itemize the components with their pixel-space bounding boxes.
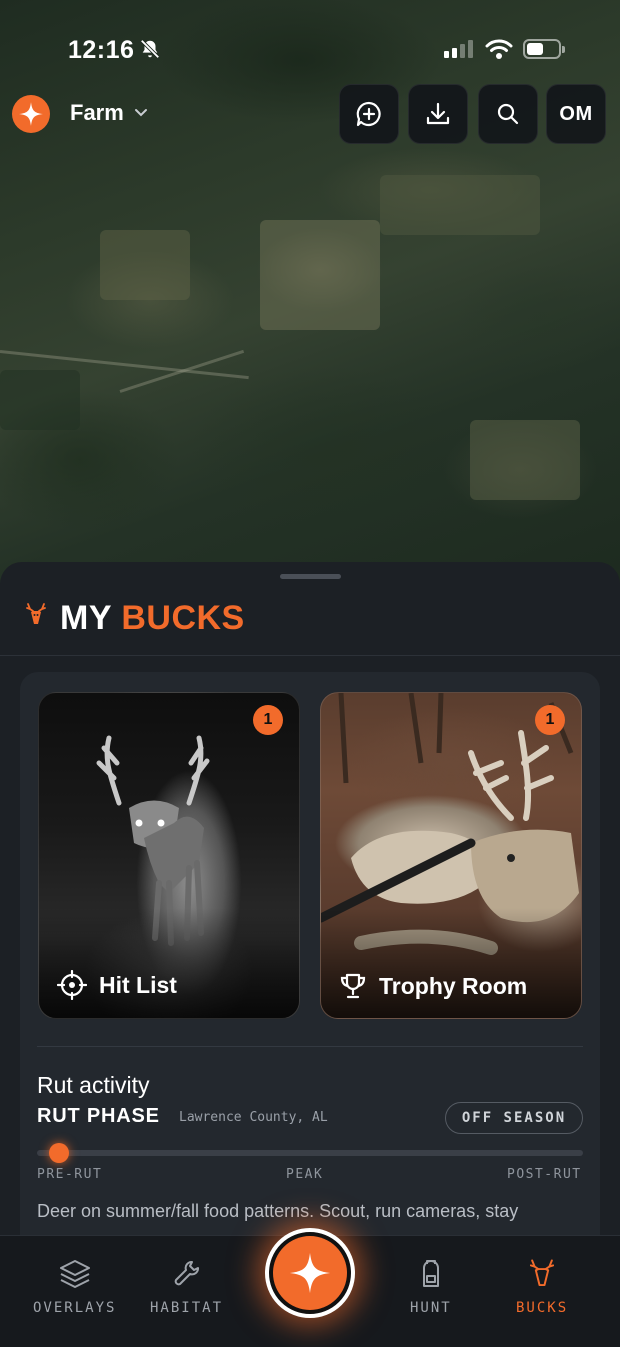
rut-phase-thumb — [48, 1143, 69, 1163]
tab-hunt-label: HUNT — [410, 1300, 452, 1316]
status-bar: 12:16 — [0, 0, 620, 90]
deer-icon — [530, 1259, 555, 1287]
trophy-room-count-badge: 1 — [535, 705, 565, 735]
profile-avatar-button[interactable]: OM — [546, 84, 606, 144]
crosshair-icon — [57, 970, 87, 1000]
tab-hunt[interactable]: HUNT — [410, 1258, 452, 1316]
tab-bucks-label: BUCKS — [516, 1300, 569, 1316]
map-road — [119, 349, 245, 393]
rut-location: Lawrence County, AL — [179, 1110, 328, 1125]
battery-icon — [523, 39, 565, 59]
cellular-signal-icon — [444, 40, 473, 58]
center-action-button[interactable] — [265, 1228, 355, 1318]
season-status-badge: OFF SEASON — [445, 1102, 583, 1134]
bell-off-icon — [140, 39, 160, 59]
section-divider — [37, 1046, 583, 1047]
rut-activity-title: Rut activity — [37, 1072, 150, 1098]
avatar-initials: OM — [559, 102, 593, 125]
map-field — [100, 230, 190, 300]
rut-phase-label: RUT PHASE — [37, 1105, 160, 1127]
slider-label-post-rut: POST-RUT — [507, 1167, 582, 1182]
trophy-icon — [340, 973, 366, 999]
trophy-room-label: Trophy Room — [339, 972, 527, 1000]
tab-habitat[interactable]: HABITAT — [150, 1258, 223, 1316]
rut-phase-slider — [37, 1143, 583, 1163]
hit-list-label: Hit List — [57, 970, 177, 1000]
tab-overlays-label: OVERLAYS — [33, 1300, 117, 1316]
rut-description: Deer on summer/fall food patterns. Scout… — [37, 1201, 519, 1221]
chevron-down-icon — [134, 109, 147, 117]
chat-add-button[interactable] — [339, 84, 399, 144]
chat-plus-icon — [356, 101, 381, 127]
hit-list-text: Hit List — [99, 971, 177, 998]
tab-bucks[interactable]: BUCKS — [516, 1258, 568, 1316]
compass-star-icon — [289, 1252, 331, 1294]
wifi-icon — [485, 39, 513, 59]
search-icon — [497, 103, 519, 125]
title-part-bucks: BUCKS — [121, 599, 245, 637]
my-bucks-sheet: MY BUCKS 1 Hit List 1 Trophy Room Rut ac… — [0, 562, 620, 1235]
deer-head-icon — [26, 603, 46, 624]
sheet-title: MY BUCKS — [60, 599, 245, 638]
app-logo-icon[interactable] — [12, 95, 50, 133]
tab-overlays[interactable]: OVERLAYS — [33, 1258, 116, 1316]
hit-list-count-badge: 1 — [253, 705, 283, 735]
sheet-drag-handle[interactable] — [280, 574, 341, 579]
download-button[interactable] — [408, 84, 468, 144]
download-icon — [426, 102, 450, 125]
trophy-room-tile[interactable]: 1 Trophy Room — [320, 692, 582, 1019]
map-field — [0, 370, 80, 430]
tab-habitat-label: HABITAT — [150, 1300, 224, 1316]
title-part-my: MY — [60, 599, 112, 637]
search-button[interactable] — [478, 84, 538, 144]
map-field — [380, 175, 540, 235]
property-name: Farm — [70, 100, 124, 125]
property-selector[interactable]: Farm — [70, 100, 148, 126]
layers-icon — [59, 1260, 90, 1288]
wrench-icon — [174, 1261, 199, 1286]
slider-label-pre-rut: PRE-RUT — [37, 1167, 103, 1182]
trophy-room-text: Trophy Room — [379, 972, 528, 999]
backpack-icon — [422, 1260, 439, 1287]
map-field — [260, 220, 380, 330]
status-time: 12:16 — [68, 36, 135, 64]
map-field — [470, 420, 580, 500]
hit-list-tile[interactable]: 1 Hit List — [38, 692, 300, 1019]
slider-label-peak: PEAK — [286, 1167, 324, 1182]
